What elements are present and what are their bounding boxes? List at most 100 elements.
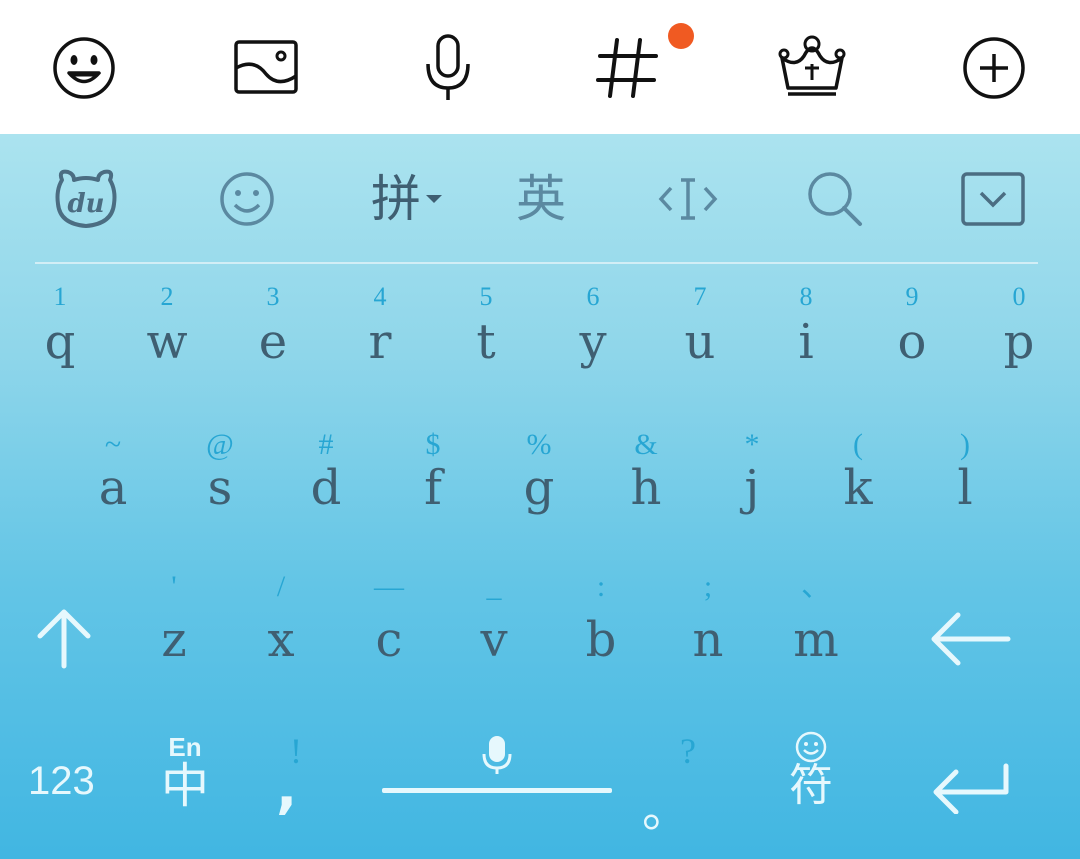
language-main-label: 中 — [160, 760, 209, 813]
key-hint: 4 — [373, 282, 387, 311]
key-letter: u — [684, 314, 716, 370]
key-u[interactable]: 7 u — [650, 284, 750, 394]
key-letter: v — [480, 612, 508, 668]
key-hint: & — [634, 428, 658, 461]
key-letter: w — [146, 314, 188, 370]
key-letter: n — [692, 612, 724, 668]
key-z[interactable]: ' z — [124, 564, 224, 674]
shift-key[interactable] — [30, 604, 98, 672]
key-i[interactable]: 8 i — [756, 284, 856, 394]
key-hint: @ — [206, 428, 234, 461]
key-w[interactable]: 2 w — [117, 284, 217, 394]
period-key[interactable]: ? 。 — [642, 730, 712, 838]
key-hint: 5 — [479, 282, 493, 311]
search-icon — [808, 172, 862, 226]
hashtag-icon — [596, 38, 658, 98]
key-j[interactable]: * j — [702, 422, 802, 532]
key-m[interactable]: 、 m — [766, 564, 866, 674]
key-o[interactable]: 9 o — [862, 284, 962, 394]
key-hint: 8 — [799, 282, 813, 311]
key-n[interactable]: ; n — [658, 564, 758, 674]
english-mode-button[interactable]: 英 — [491, 164, 591, 234]
key-p[interactable]: 0 p — [969, 284, 1069, 394]
language-switch-key[interactable]: En 中 — [150, 732, 220, 811]
emoji-panel-button[interactable] — [197, 164, 297, 234]
key-x[interactable]: / x — [231, 564, 331, 674]
key-t[interactable]: 5 t — [436, 284, 536, 394]
key-letter: g — [523, 460, 555, 516]
microphone-icon — [426, 34, 470, 100]
key-hint: 7 — [693, 282, 707, 311]
comma-label: , — [276, 756, 298, 821]
notification-dot — [668, 23, 694, 49]
enter-key[interactable] — [928, 762, 1014, 814]
key-letter: m — [793, 612, 839, 668]
cursor-edit-button[interactable] — [638, 164, 738, 234]
text-cursor-icon — [658, 178, 718, 220]
key-hint: : — [596, 570, 606, 603]
add-button[interactable] — [956, 30, 1032, 106]
period-label: 。 — [642, 782, 691, 838]
arrow-up-icon — [37, 609, 91, 669]
pinyin-mode-button[interactable]: 拼 — [357, 164, 457, 234]
key-letter: i — [798, 314, 814, 370]
keyboard-screen: du 拼 英 1 q 2 w 3 e 4 r 5 t 6 y 7 u 8 i 9… — [0, 0, 1080, 859]
key-hint: _ — [486, 570, 502, 603]
key-letter: z — [161, 612, 187, 668]
key-letter: t — [476, 314, 496, 370]
key-letter: d — [310, 460, 342, 516]
crown-icon — [778, 35, 846, 96]
key-letter: s — [207, 460, 233, 516]
key-letter: a — [98, 460, 128, 516]
emoji-button[interactable] — [46, 30, 122, 106]
key-g[interactable]: % g — [489, 422, 589, 532]
numbers-key[interactable]: 123 — [28, 759, 95, 804]
key-q[interactable]: 1 q — [10, 284, 110, 394]
key-s[interactable]: @ s — [170, 422, 270, 532]
picture-icon — [234, 40, 298, 94]
key-letter: o — [897, 314, 927, 370]
key-hint: ) — [960, 428, 970, 461]
key-hint: % — [526, 428, 552, 461]
key-k[interactable]: ( k — [808, 422, 908, 532]
key-hint: ( — [853, 428, 863, 461]
key-hint: # — [318, 428, 334, 461]
symbols-key[interactable]: 符 — [778, 730, 844, 808]
key-letter: b — [585, 612, 617, 668]
key-hint: 0 — [1012, 282, 1026, 311]
bear-logo-icon: du — [55, 169, 117, 228]
pinyin-label: 拼 — [371, 170, 421, 228]
voice-input-button[interactable] — [410, 30, 486, 106]
key-e[interactable]: 3 e — [223, 284, 323, 394]
picture-button[interactable] — [228, 30, 304, 106]
search-button[interactable] — [785, 164, 885, 234]
key-l[interactable]: ) l — [915, 422, 1015, 532]
key-letter: l — [957, 460, 973, 516]
key-h[interactable]: & h — [596, 422, 696, 532]
key-letter: p — [1003, 314, 1035, 370]
key-y[interactable]: 6 y — [543, 284, 643, 394]
collapse-keyboard-button[interactable] — [943, 164, 1043, 234]
key-letter: e — [258, 314, 288, 370]
key-b[interactable]: : b — [551, 564, 651, 674]
key-f[interactable]: $ f — [383, 422, 483, 532]
key-d[interactable]: # d — [276, 422, 376, 532]
key-c[interactable]: — c — [339, 564, 439, 674]
smile-icon — [220, 172, 274, 226]
smiley-face-icon — [53, 37, 115, 99]
baidu-logo-button[interactable]: du — [36, 164, 136, 234]
key-letter: r — [368, 314, 392, 370]
key-hint: 、 — [801, 570, 831, 603]
comma-key[interactable]: ! , — [270, 730, 320, 821]
key-r[interactable]: 4 r — [330, 284, 430, 394]
key-a[interactable]: ~ a — [63, 422, 163, 532]
space-key[interactable] — [382, 734, 612, 804]
key-v[interactable]: _ v — [444, 564, 544, 674]
chevron-down-box-icon — [961, 172, 1025, 226]
backspace-key[interactable] — [926, 609, 1012, 669]
period-hint: ? — [680, 731, 696, 771]
vip-crown-button[interactable] — [774, 30, 850, 106]
hashtag-button[interactable] — [590, 30, 666, 106]
key-letter: q — [44, 314, 76, 370]
key-letter: j — [744, 460, 760, 516]
